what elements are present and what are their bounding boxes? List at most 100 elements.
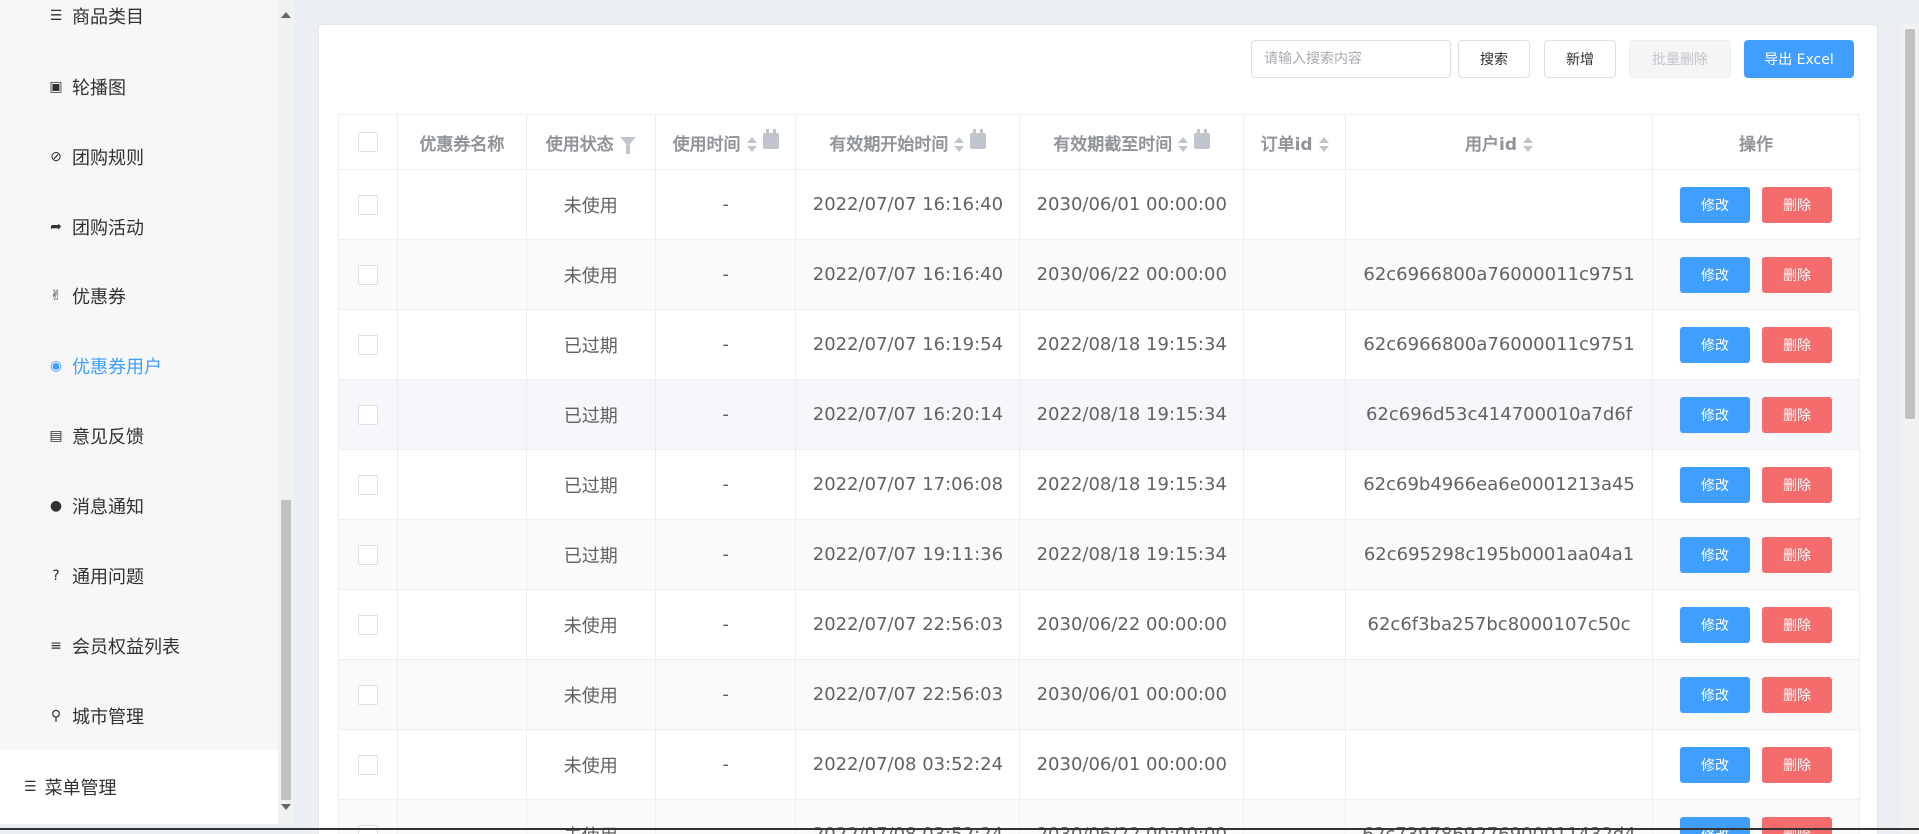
edit-button[interactable]: 修改 (1680, 186, 1750, 223)
sidebar-item-notifications[interactable]: ● 消息通知 (48, 486, 144, 526)
sidebar-item-coupon[interactable]: ✌ 优惠券 (48, 276, 126, 316)
row-checkbox[interactable] (357, 615, 378, 635)
delete-button[interactable]: 删除 (1762, 536, 1832, 573)
table-row[interactable]: 未使用 -2022/07/07 16:16:40 2030/06/22 00:00:… (338, 239, 1860, 310)
row-checkbox[interactable] (357, 405, 378, 425)
sidebar-item-group-activity[interactable]: ➦ 团购活动 (48, 207, 144, 247)
header-select-all[interactable] (338, 114, 398, 170)
sidebar-item-carousel[interactable]: ▣ 轮播图 (48, 67, 126, 107)
table-row[interactable]: 未使用 -2022/07/07 22:56:03 2030/06/01 00:00:… (338, 659, 1860, 730)
batch-delete-button[interactable]: 批量删除 (1629, 40, 1731, 78)
cell-use-time: - (654, 379, 797, 450)
edit-button[interactable]: 修改 (1680, 816, 1750, 834)
sidebar-item-coupon-user[interactable]: ◉ 优惠券用户 (48, 346, 162, 386)
delete-button[interactable]: 删除 (1762, 256, 1832, 293)
row-checkbox[interactable] (357, 755, 378, 775)
delete-button[interactable]: 删除 (1762, 816, 1832, 834)
delete-button[interactable]: 删除 (1762, 606, 1832, 643)
sidebar: ☰ 商品类目 ▣ 轮播图 ⊘ 团购规则 ➦ 团购活动 ✌ 优惠券 ◉ 优惠券用户… (0, 0, 278, 750)
delete-button[interactable]: 删除 (1762, 676, 1832, 713)
row-select-cell[interactable] (338, 239, 398, 310)
sidebar-item-feedback[interactable]: ▤ 意见反馈 (48, 416, 144, 456)
sort-icon[interactable] (746, 137, 757, 152)
row-checkbox[interactable] (357, 545, 378, 565)
sidebar-item-product-category[interactable]: ☰ 商品类目 (48, 0, 144, 36)
row-select-cell[interactable] (338, 309, 398, 380)
calendar-icon[interactable] (1194, 128, 1211, 149)
edit-button[interactable]: 修改 (1680, 676, 1750, 713)
table-row[interactable]: 已过期 -2022/07/07 19:11:36 2022/08/18 19:15:… (338, 519, 1860, 590)
table-row[interactable]: 已过期 -2022/07/07 16:20:14 2022/08/18 19:15:… (338, 379, 1860, 450)
table-row[interactable]: 已过期 -2022/07/07 17:06:08 2022/08/18 19:15:… (338, 449, 1860, 520)
header-end-time[interactable]: 有效期截至时间 (1019, 114, 1245, 170)
edit-button[interactable]: 修改 (1680, 396, 1750, 433)
table-row[interactable]: 未使用 -2022/07/08 03:52:24 2030/06/01 00:00:… (338, 729, 1860, 800)
table-row[interactable]: 未使用 -2022/07/07 22:56:03 2030/06/22 00:00:… (338, 589, 1860, 660)
page-scroll-thumb[interactable] (1905, 29, 1915, 419)
header-order-id[interactable]: 订单id (1243, 114, 1347, 170)
cell-start-time: 2022/07/08 03:52:24 (795, 729, 1021, 800)
row-select-cell[interactable] (338, 729, 398, 800)
delete-button[interactable]: 删除 (1762, 186, 1832, 223)
edit-button[interactable]: 修改 (1680, 606, 1750, 643)
edit-button[interactable]: 修改 (1680, 256, 1750, 293)
row-checkbox[interactable] (357, 265, 378, 285)
table-row[interactable]: 已过期 -2022/07/07 16:19:54 2022/08/18 19:15:… (338, 309, 1860, 380)
header-user-id[interactable]: 用户id (1345, 114, 1654, 170)
sidebar-item-faq[interactable]: ? 通用问题 (48, 556, 144, 596)
search-button[interactable]: 搜索 (1458, 40, 1530, 78)
sort-icon[interactable] (1523, 137, 1534, 152)
sidebar-scroll-thumb[interactable] (281, 500, 291, 800)
sidebar-scrollbar[interactable] (278, 0, 294, 824)
delete-button[interactable]: 删除 (1762, 466, 1832, 503)
sidebar-menu-management[interactable]: ☰ 菜单管理 (0, 750, 278, 824)
cell-start-time: 2022/07/07 16:16:40 (795, 169, 1021, 240)
cell-use-time: - (654, 589, 797, 660)
calendar-icon[interactable] (970, 128, 987, 149)
scroll-up-icon[interactable] (281, 12, 291, 18)
sidebar-item-group-rules[interactable]: ⊘ 团购规则 (48, 137, 144, 177)
location-icon: ⚲ (50, 708, 62, 724)
sort-icon[interactable] (1318, 137, 1329, 152)
cell-use-time: - (654, 659, 797, 730)
sidebar-item-member-benefits[interactable]: ≡ 会员权益列表 (48, 626, 180, 666)
sidebar-item-label: 优惠券用户 (72, 357, 162, 378)
row-checkbox[interactable] (357, 685, 378, 705)
edit-button[interactable]: 修改 (1680, 536, 1750, 573)
header-status[interactable]: 使用状态 (525, 114, 656, 170)
scroll-down-icon[interactable] (281, 804, 291, 810)
row-select-cell[interactable] (338, 379, 398, 450)
search-input[interactable] (1251, 40, 1451, 78)
row-checkbox[interactable] (357, 195, 378, 215)
row-select-cell[interactable] (338, 659, 398, 730)
row-select-cell[interactable] (338, 519, 398, 590)
row-select-cell[interactable] (338, 589, 398, 660)
cell-coupon-name (396, 659, 527, 730)
row-select-cell[interactable] (338, 449, 398, 520)
delete-button[interactable]: 删除 (1762, 326, 1832, 363)
table-row[interactable]: 未使用 -2022/07/07 16:16:40 2030/06/01 00:00:… (338, 169, 1860, 240)
calendar-icon[interactable] (762, 128, 779, 149)
row-select-cell[interactable] (338, 169, 398, 240)
add-button[interactable]: 新增 (1544, 40, 1616, 78)
row-checkbox[interactable] (357, 335, 378, 355)
cell-coupon-name (396, 589, 527, 660)
delete-button[interactable]: 删除 (1762, 746, 1832, 783)
row-checkbox[interactable] (357, 475, 378, 495)
delete-button[interactable]: 删除 (1762, 396, 1832, 433)
sort-icon[interactable] (954, 137, 965, 152)
edit-button[interactable]: 修改 (1680, 326, 1750, 363)
sidebar-item-city-management[interactable]: ⚲ 城市管理 (48, 696, 144, 736)
sort-icon[interactable] (1178, 137, 1189, 152)
header-use-time[interactable]: 使用时间 (654, 114, 797, 170)
header-start-time[interactable]: 有效期开始时间 (795, 114, 1021, 170)
sidebar-parent-label: 菜单管理 (44, 778, 117, 799)
export-excel-button[interactable]: 导出 Excel (1744, 40, 1854, 78)
page-scrollbar[interactable] (1901, 24, 1919, 834)
cell-end-time: 2030/06/01 00:00:00 (1019, 729, 1245, 800)
edit-button[interactable]: 修改 (1680, 746, 1750, 783)
coupon-user-table: 优惠券名称 使用状态 使用时间 有效期开始时间 有效期截至时间 订单id 用户i… (338, 114, 1860, 834)
edit-button[interactable]: 修改 (1680, 466, 1750, 503)
filter-icon[interactable] (619, 137, 636, 154)
select-all-checkbox[interactable] (357, 132, 378, 152)
